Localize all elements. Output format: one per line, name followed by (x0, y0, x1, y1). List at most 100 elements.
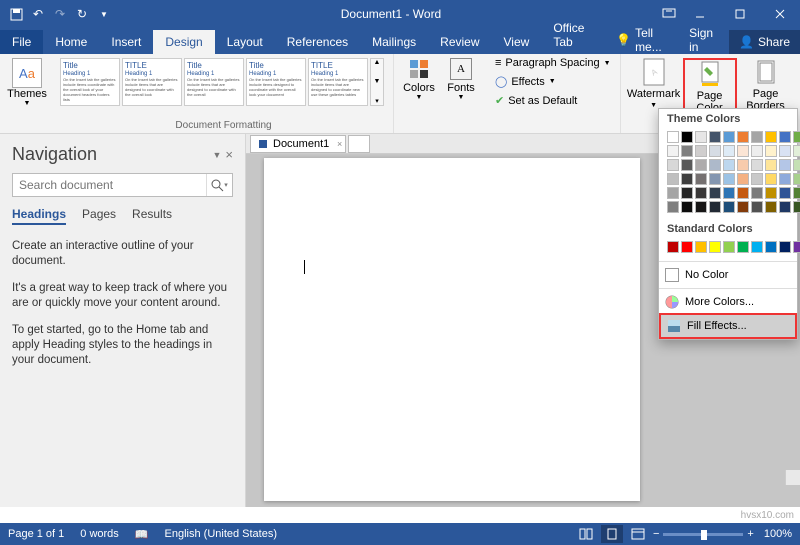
color-swatch[interactable] (695, 131, 707, 143)
fill-effects-item[interactable]: Fill Effects... (659, 313, 797, 339)
color-swatch[interactable] (737, 187, 749, 199)
color-swatch[interactable] (779, 201, 791, 213)
color-swatch[interactable] (667, 159, 679, 171)
style-thumbnail[interactable]: TitleHeading 1On the Insert tab the gall… (60, 58, 120, 106)
color-swatch[interactable] (751, 187, 763, 199)
new-tab-button[interactable] (348, 135, 370, 153)
search-icon[interactable]: ▾ (206, 174, 232, 196)
zoom-thumb[interactable] (701, 530, 707, 540)
color-swatch[interactable] (667, 187, 679, 199)
color-swatch[interactable] (709, 187, 721, 199)
share-button[interactable]: 👤 Share (729, 30, 800, 54)
color-swatch[interactable] (751, 241, 763, 253)
color-swatch[interactable] (695, 173, 707, 185)
status-language[interactable]: English (United States) (165, 528, 278, 540)
status-spellcheck-icon[interactable]: 📖 (135, 528, 149, 541)
color-swatch[interactable] (681, 187, 693, 199)
close-button[interactable] (760, 0, 800, 28)
color-swatch[interactable] (723, 131, 735, 143)
close-icon[interactable]: × (337, 139, 342, 149)
tell-me[interactable]: 💡 Tell me... (606, 26, 677, 54)
color-swatch[interactable] (779, 131, 791, 143)
tab-layout[interactable]: Layout (215, 30, 275, 54)
color-swatch[interactable] (751, 173, 763, 185)
color-swatch[interactable] (737, 159, 749, 171)
tab-references[interactable]: References (275, 30, 360, 54)
color-swatch[interactable] (709, 145, 721, 157)
close-icon[interactable]: × (225, 147, 233, 162)
color-swatch[interactable] (751, 145, 763, 157)
style-gallery[interactable]: TitleHeading 1On the Insert tab the gall… (60, 58, 387, 106)
color-swatch[interactable] (695, 201, 707, 213)
color-swatch[interactable] (695, 187, 707, 199)
color-swatch[interactable] (667, 145, 679, 157)
color-swatch[interactable] (709, 173, 721, 185)
view-print-layout[interactable] (601, 525, 623, 543)
zoom-out-icon[interactable]: − (653, 528, 659, 540)
themes-button[interactable]: Aa Themes ▼ (6, 58, 48, 107)
tab-home[interactable]: Home (43, 30, 99, 54)
effects-button[interactable]: ◯Effects ▼ (492, 74, 614, 89)
tab-design[interactable]: Design (153, 30, 214, 54)
color-swatch[interactable] (765, 201, 777, 213)
color-swatch[interactable] (667, 241, 679, 253)
color-swatch[interactable] (737, 145, 749, 157)
zoom-level[interactable]: 100% (764, 528, 792, 540)
color-swatch[interactable] (779, 159, 791, 171)
color-swatch[interactable] (751, 131, 763, 143)
color-swatch[interactable] (695, 159, 707, 171)
color-swatch[interactable] (723, 187, 735, 199)
more-colors-item[interactable]: More Colors... (659, 291, 797, 313)
colors-button[interactable]: Colors ▼ (400, 58, 438, 101)
color-swatch[interactable] (765, 187, 777, 199)
chevron-down-icon[interactable]: ▼ (212, 150, 221, 160)
zoom-track[interactable] (663, 533, 743, 536)
color-swatch[interactable] (751, 201, 763, 213)
color-swatch[interactable] (779, 145, 791, 157)
gallery-scroll[interactable]: ▲▼▾ (370, 58, 384, 106)
fonts-button[interactable]: A Fonts ▼ (442, 58, 480, 101)
color-swatch[interactable] (793, 241, 800, 253)
style-thumbnail[interactable]: TITLEHeading 1On the Insert tab the gall… (122, 58, 182, 106)
refresh-icon[interactable]: ↻ (74, 6, 90, 22)
maximize-button[interactable] (720, 0, 760, 28)
view-web-layout[interactable] (627, 525, 649, 543)
color-swatch[interactable] (793, 187, 800, 199)
color-swatch[interactable] (737, 201, 749, 213)
style-thumbnail[interactable]: TitleHeading 1On the Insert tab the gall… (246, 58, 306, 106)
nav-tab-pages[interactable]: Pages (82, 207, 116, 225)
tab-officetab[interactable]: Office Tab (541, 16, 606, 54)
ribbon-display-icon[interactable] (662, 6, 676, 23)
qat-dropdown-icon[interactable]: ▼ (96, 6, 112, 22)
color-swatch[interactable] (723, 145, 735, 157)
signin-button[interactable]: Sign in (677, 26, 729, 54)
tab-file[interactable]: File (0, 30, 43, 54)
color-swatch[interactable] (667, 131, 679, 143)
color-swatch[interactable] (667, 201, 679, 213)
color-swatch[interactable] (779, 241, 791, 253)
color-swatch[interactable] (723, 159, 735, 171)
color-swatch[interactable] (765, 241, 777, 253)
search-box[interactable]: ▾ (12, 173, 233, 197)
color-swatch[interactable] (793, 145, 800, 157)
status-words[interactable]: 0 words (80, 528, 119, 540)
redo-icon[interactable]: ↷ (52, 6, 68, 22)
tab-view[interactable]: View (492, 30, 542, 54)
paragraph-spacing-button[interactable]: ≡Paragraph Spacing ▼ (492, 56, 614, 70)
style-thumbnail[interactable]: TITLEHeading 1On the Insert tab the gall… (308, 58, 368, 106)
no-color-item[interactable]: No Color (659, 264, 797, 286)
color-swatch[interactable] (723, 201, 735, 213)
nav-tab-headings[interactable]: Headings (12, 207, 66, 225)
color-swatch[interactable] (681, 201, 693, 213)
color-swatch[interactable] (695, 241, 707, 253)
color-swatch[interactable] (723, 241, 735, 253)
color-swatch[interactable] (751, 159, 763, 171)
color-swatch[interactable] (765, 173, 777, 185)
tab-review[interactable]: Review (428, 30, 491, 54)
color-swatch[interactable] (709, 131, 721, 143)
color-swatch[interactable] (737, 131, 749, 143)
color-swatch[interactable] (667, 173, 679, 185)
color-swatch[interactable] (779, 173, 791, 185)
status-page[interactable]: Page 1 of 1 (8, 528, 64, 540)
document-tab[interactable]: Document1 × (250, 135, 346, 153)
